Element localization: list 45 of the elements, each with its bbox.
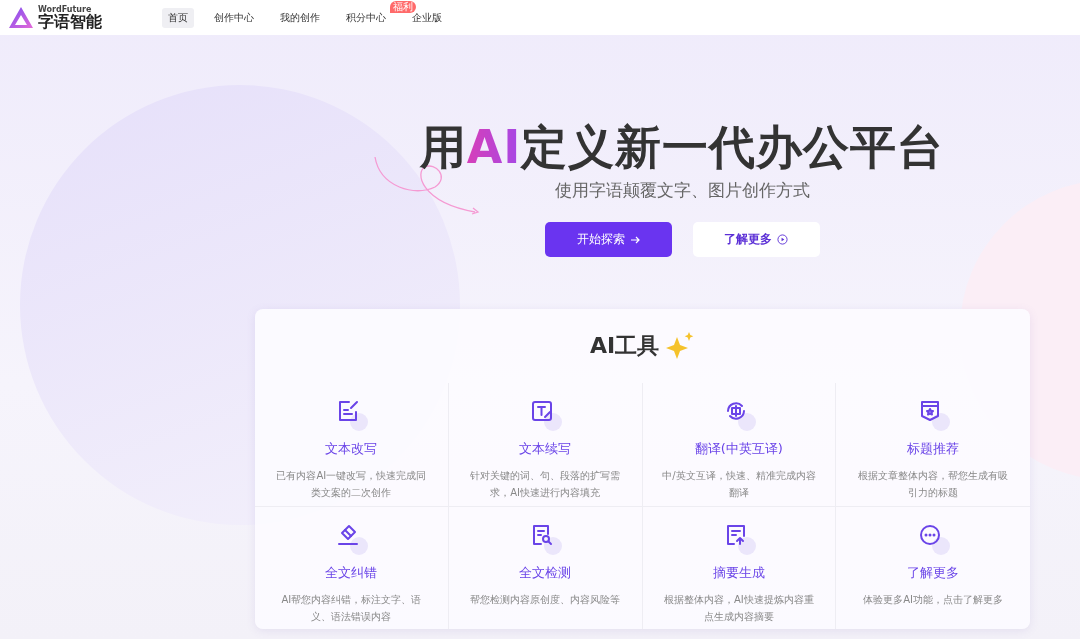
tool-description: 根据文章整体内容，帮您生成有吸引力的标题 <box>857 469 1010 500</box>
eraser-icon <box>336 522 361 547</box>
more-icon <box>918 522 943 547</box>
promo-badge: 福利 <box>390 0 416 13</box>
tool-description: 针对关键的词、句、段落的扩写需求，AI快速进行内容填充 <box>469 469 622 500</box>
nav-link[interactable]: 创作中心 <box>208 7 260 28</box>
document-search-icon <box>530 522 555 547</box>
tool-name: 摘要生成 <box>712 563 765 582</box>
tool-name: 文本改写 <box>325 440 378 458</box>
tool-tile[interactable]: 了解更多 体验更多AI功能，点击了解更多 <box>836 506 1030 629</box>
tool-tile[interactable]: 文本改写 已有内容AI一键改写，快速完成同类文案的二次创作 <box>255 383 449 507</box>
tool-name: 文本续写 <box>519 440 572 458</box>
tool-description: 已有内容AI一键改写，快速完成同类文案的二次创作 <box>275 469 428 500</box>
tool-name: 全文检测 <box>519 563 572 582</box>
logo-text: 字语智能 <box>38 13 102 30</box>
tool-tile[interactable]: 全文检测 帮您检测内容原创度、内容风险等 <box>448 506 643 629</box>
tools-title: AI工具 <box>589 332 660 360</box>
logo-icon <box>8 5 34 30</box>
tool-description: AI帮您内容纠错，标注文字、语义、语法错误内容 <box>280 592 423 624</box>
logo-tagline: WordFuture <box>38 5 92 14</box>
tool-tile[interactable]: 翻译(中英互译) 中/英文互译，快速、精准完成内容翻译 <box>642 383 837 507</box>
hero-subtitle: 使用字语颠覆文字、图片创作方式 <box>554 179 810 202</box>
learn-more-button[interactable]: 了解更多 <box>692 222 820 257</box>
text-edit-icon <box>530 399 555 423</box>
tool-name: 全文纠错 <box>325 563 378 582</box>
tool-tile[interactable]: 标题推荐 根据文章整体内容，帮您生成有吸引力的标题 <box>836 383 1030 507</box>
tool-tile[interactable]: 摘要生成 根据整体内容，AI快速提炼内容重点生成内容摘要 <box>642 506 837 629</box>
start-button[interactable]: 开始探索 <box>544 222 672 257</box>
hero-title: 用AI定义新一代办公平台 <box>419 119 945 176</box>
nav-link[interactable]: 我的创作 <box>274 7 326 28</box>
tool-name: 翻译(中英互译) <box>694 440 783 458</box>
edit-icon <box>336 399 361 423</box>
nav-link[interactable]: 首页 <box>162 7 194 28</box>
tool-description: 中/英文互译，快速、精准完成内容翻译 <box>661 469 817 500</box>
nav-link[interactable]: 积分中心 <box>340 7 392 28</box>
tool-description: 体验更多AI功能，点击了解更多 <box>863 592 1003 607</box>
tool-tile[interactable]: 文本续写 针对关键的词、句、段落的扩写需求，AI快速进行内容填充 <box>448 383 643 507</box>
tool-name: 了解更多 <box>907 563 960 582</box>
tool-tile[interactable]: 全文纠错 AI帮您内容纠错，标注文字、语义、语法错误内容 <box>255 506 449 629</box>
tool-name: 标题推荐 <box>907 440 960 458</box>
sparkle-icon <box>665 331 696 361</box>
tool-description: 帮您检测内容原创度、内容风险等 <box>470 592 621 607</box>
tool-description: 根据整体内容，AI快速提炼内容重点生成内容摘要 <box>662 592 815 624</box>
arrow-right-icon <box>629 234 640 245</box>
play-circle-icon <box>777 234 788 245</box>
